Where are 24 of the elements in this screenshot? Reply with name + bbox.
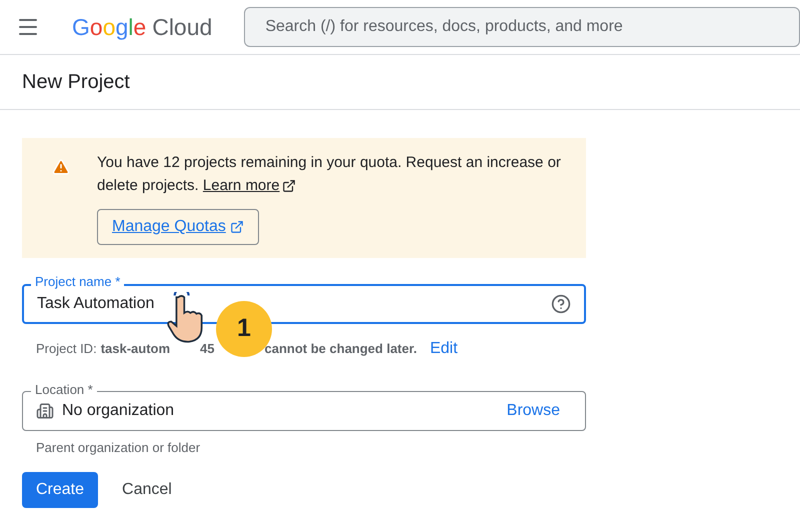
manage-quotas-button[interactable]: Manage Quotas [97,209,259,245]
logo-product-name: Cloud [152,12,212,42]
logo-wordmark: Google [72,12,146,42]
external-link-icon [230,220,244,234]
hint-text: cannot be changed later. [264,340,417,358]
field-value: Task Automation [37,294,154,314]
search-field[interactable]: Search (/) for resources, docs, products, and more [244,7,800,47]
cancel-button[interactable]: Cancel [120,472,174,508]
page-title: New Project [22,70,130,95]
project-id: task-autom [100,340,170,358]
location-hint: Parent organization or folder [35,439,202,457]
hint-label: Project ID: [36,340,97,358]
warning-icon [52,158,70,176]
field-value: No organization [62,401,176,421]
quota-message: You have 12 projects remaining in your quota. Request an increase or delete projects. Learn more [97,151,570,197]
building-icon [36,402,54,420]
help-icon[interactable] [551,294,571,314]
create-button[interactable]: Create [22,472,98,508]
browse-link[interactable]: Browse [506,399,560,423]
edit-link[interactable]: Edit [430,337,458,361]
external-link-icon [282,178,296,192]
project-id-fragment: 45 [200,340,215,358]
learn-more-link[interactable]: Learn more [202,174,296,197]
field-label: Project name * [31,274,124,290]
